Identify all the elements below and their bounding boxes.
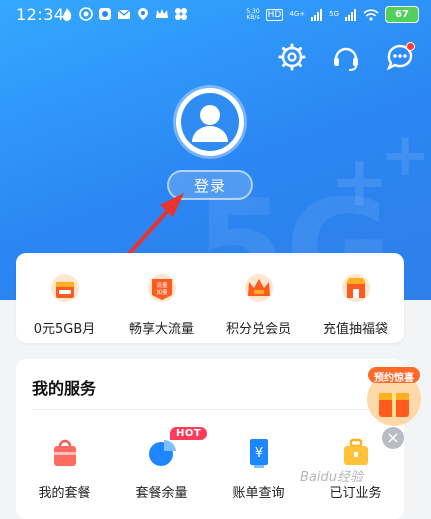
service-my-plan[interactable]: 我的套餐 [16, 436, 113, 501]
services-title: 我的服务 [32, 379, 97, 398]
avatar[interactable] [176, 88, 244, 156]
my-services-card: 我的服务 我的套餐 套餐余量 ¥ 账单查询 已订业务 [16, 359, 404, 519]
hd-indicator: HD [265, 8, 284, 21]
pie-chart-icon [148, 439, 176, 466]
watermark: Baidu经验 [300, 470, 363, 485]
status-time: 12:34 [16, 5, 65, 24]
app-icon [99, 8, 111, 20]
net-speed: 5.30 KB/s [246, 7, 260, 21]
crown-status-icon [156, 9, 168, 18]
location-icon [138, 8, 148, 20]
svg-text:+: + [380, 120, 430, 190]
divider [32, 409, 388, 410]
user-icon [181, 93, 239, 151]
headset-icon [334, 47, 358, 71]
bill-icon: ¥ [249, 439, 268, 468]
crown-icon [244, 274, 273, 302]
hot-badge: HOT [170, 427, 208, 440]
quick-item-lucky-bag[interactable]: 充值抽福袋 [307, 273, 404, 337]
service-plan-balance[interactable]: 套餐余量 [113, 436, 210, 501]
system-status: 5.30 KB/s HD 4G+ 5G 67 [246, 6, 419, 23]
quick-item-label: 积分兑会员 [225, 322, 291, 337]
quick-item-points[interactable]: 积分兑会员 [210, 273, 307, 337]
service-label: 套餐余量 [135, 486, 188, 501]
service-label: 我的套餐 [38, 486, 91, 501]
traffic-badge-icon: 流量 加量 [147, 274, 176, 302]
briefcase-icon [343, 438, 368, 465]
signal-bars-icon [311, 8, 323, 21]
login-button[interactable]: 登录 [167, 170, 253, 200]
battery-indicator: 67 [385, 6, 419, 23]
service-bill-query[interactable]: ¥ 账单查询 [210, 436, 307, 501]
svg-text:¥: ¥ [254, 446, 262, 461]
customer-service-button[interactable] [329, 40, 363, 74]
svg-text:流量: 流量 [156, 281, 168, 289]
status-bar: 12:34 5.30 KB/s HD 4G+ 5G 67 [0, 0, 431, 30]
quick-item-label: 畅享大流量 [128, 322, 194, 337]
signal-5g: 5G [329, 10, 339, 18]
messages-button[interactable] [383, 40, 417, 74]
promo-float[interactable]: 预约惊喜 [365, 365, 423, 427]
target-icon [79, 7, 93, 21]
signal-bars-2-icon [345, 8, 356, 21]
quick-item-label: 充值抽福袋 [322, 322, 388, 337]
svg-text:加量: 加量 [156, 288, 168, 296]
quick-item-free-data[interactable]: 0元5GB月 [16, 273, 113, 337]
quick-item-label: 0元5GB月 [33, 322, 96, 337]
signal-4g: 4G+ [289, 10, 306, 18]
grid-app-icon [175, 8, 187, 20]
quick-item-big-data[interactable]: 流量 加量 畅享大流量 [113, 273, 210, 337]
gift-icon [50, 274, 79, 302]
flame-icon [63, 8, 72, 21]
promo-title: 预约惊喜 [374, 373, 414, 384]
wifi-icon [363, 8, 379, 21]
gear-icon [278, 43, 306, 71]
shop-icon [341, 274, 370, 302]
quick-actions-card: 0元5GB月 流量 加量 畅享大流量 积分兑会员 充值抽福袋 [16, 253, 404, 343]
service-label: 账单查询 [232, 486, 285, 501]
settings-button[interactable] [275, 40, 309, 74]
unread-dot [406, 42, 415, 51]
header-actions [275, 40, 417, 74]
mail-icon [117, 9, 131, 19]
notification-icons [60, 7, 188, 21]
bag-icon [53, 439, 76, 466]
close-icon[interactable]: × [382, 427, 404, 449]
